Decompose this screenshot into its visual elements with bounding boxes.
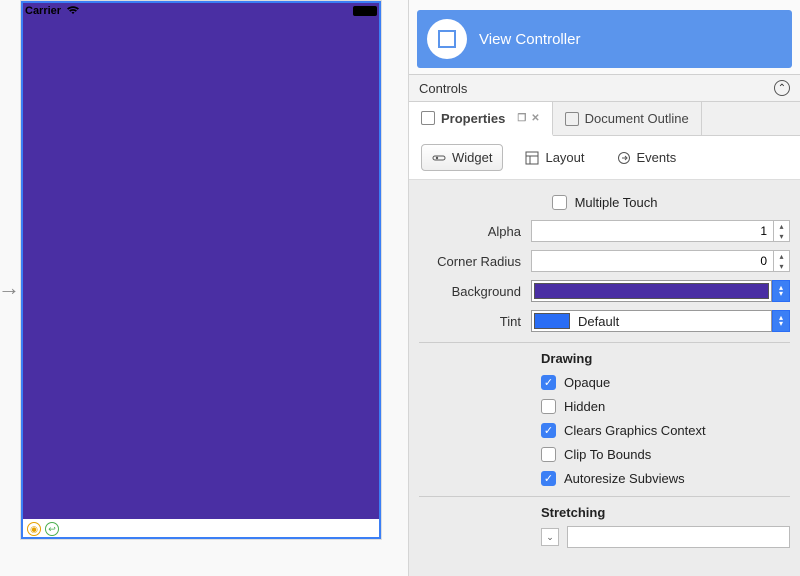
background-color-well[interactable] <box>531 280 772 302</box>
stretching-dropdown[interactable]: ⌄ <box>541 528 559 546</box>
battery-icon <box>353 6 377 16</box>
undock-icon[interactable]: ❐ <box>517 113 526 124</box>
tab-properties[interactable]: Properties ❐ ✕ <box>409 102 553 136</box>
tab-properties-label: Properties <box>441 111 505 126</box>
selected-object-title: View Controller <box>479 31 580 48</box>
widget-icon <box>432 151 446 165</box>
tab-document-outline-label: Document Outline <box>585 111 689 126</box>
corner-radius-input[interactable] <box>531 250 774 272</box>
stretching-field[interactable] <box>567 526 790 548</box>
controls-header[interactable]: Controls ⌃ <box>409 74 800 102</box>
wifi-icon <box>66 5 80 18</box>
alpha-input[interactable] <box>531 220 774 242</box>
subtab-widget[interactable]: Widget <box>421 144 503 171</box>
corner-radius-stepper[interactable]: ▴▾ <box>774 250 790 272</box>
stretching-header: Stretching <box>541 505 790 520</box>
multiple-touch-checkbox[interactable] <box>552 195 567 210</box>
divider <box>419 342 790 343</box>
hidden-checkbox[interactable] <box>541 399 556 414</box>
exit-icon[interactable]: ↩ <box>45 522 59 536</box>
tab-document-outline[interactable]: Document Outline <box>553 102 702 135</box>
device-status-bar: Carrier <box>21 1 381 21</box>
subtab-events[interactable]: Events <box>607 145 687 170</box>
clears-graphics-checkbox[interactable]: ✓ <box>541 423 556 438</box>
properties-body: Multiple Touch Alpha ▴▾ Corner Radius ▴▾… <box>409 180 800 576</box>
tint-label: Tint <box>419 314 531 329</box>
alpha-label: Alpha <box>419 224 531 239</box>
drawing-header: Drawing <box>541 351 790 366</box>
background-dropdown-button[interactable]: ▴▾ <box>772 280 790 302</box>
hidden-label: Hidden <box>564 399 605 414</box>
device-footer-bar: ◉ ↩ <box>21 519 381 539</box>
expand-left-arrow[interactable]: → <box>0 0 18 576</box>
autoresize-label: Autoresize Subviews <box>564 471 685 486</box>
background-label: Background <box>419 284 531 299</box>
tint-color-well[interactable]: Default <box>531 310 772 332</box>
clip-to-bounds-label: Clip To Bounds <box>564 447 651 462</box>
divider-2 <box>419 496 790 497</box>
multiple-touch-label: Multiple Touch <box>575 195 658 210</box>
view-controller-icon <box>427 19 467 59</box>
layout-guide-icon[interactable]: ◉ <box>27 522 41 536</box>
background-swatch <box>534 283 769 299</box>
opaque-label: Opaque <box>564 375 610 390</box>
device-view-body[interactable] <box>22 21 380 519</box>
subtab-layout[interactable]: Layout <box>515 145 594 170</box>
controls-label: Controls <box>419 81 467 96</box>
tint-text: Default <box>578 314 619 329</box>
subtab-layout-label: Layout <box>545 150 584 165</box>
property-subtabs: Widget Layout Events <box>409 136 800 180</box>
properties-tab-icon <box>421 111 435 125</box>
clip-to-bounds-checkbox[interactable] <box>541 447 556 462</box>
pane-tabs: Properties ❐ ✕ Document Outline <box>409 102 800 136</box>
autoresize-checkbox[interactable]: ✓ <box>541 471 556 486</box>
carrier-label: Carrier <box>25 5 61 17</box>
layout-icon <box>525 151 539 165</box>
events-icon <box>617 151 631 165</box>
selected-object-row[interactable]: View Controller <box>417 10 792 68</box>
tint-swatch <box>534 313 570 329</box>
clears-graphics-label: Clears Graphics Context <box>564 423 706 438</box>
corner-radius-label: Corner Radius <box>419 254 531 269</box>
close-icon[interactable]: ✕ <box>531 113 539 124</box>
alpha-stepper[interactable]: ▴▾ <box>774 220 790 242</box>
tint-dropdown-button[interactable]: ▴▾ <box>772 310 790 332</box>
subtab-widget-label: Widget <box>452 150 492 165</box>
opaque-checkbox[interactable]: ✓ <box>541 375 556 390</box>
device-canvas[interactable]: Carrier ◉ ↩ <box>20 0 382 540</box>
subtab-events-label: Events <box>637 150 677 165</box>
collapse-controls-icon[interactable]: ⌃ <box>774 80 790 96</box>
document-outline-tab-icon <box>565 112 579 126</box>
